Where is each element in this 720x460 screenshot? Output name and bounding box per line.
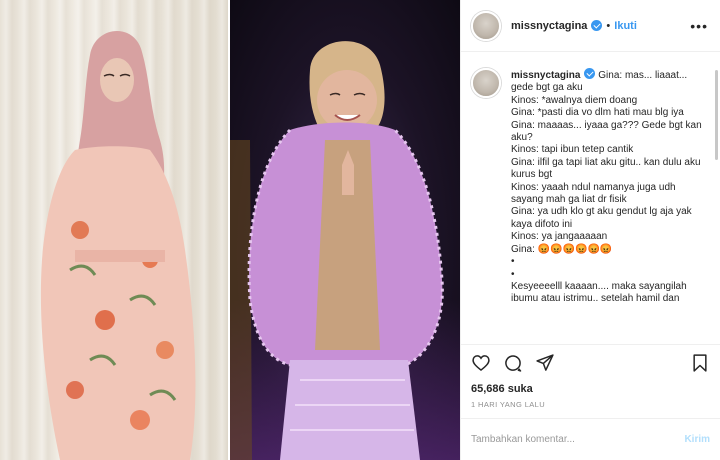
action-bar (461, 344, 720, 380)
verified-badge-icon (591, 20, 603, 31)
likes-count[interactable]: 65,686 suka (461, 380, 720, 398)
header-username[interactable]: missnyctagina (511, 20, 587, 32)
follow-button[interactable]: Ikuti (614, 20, 637, 32)
avatar[interactable] (471, 10, 501, 41)
post-media[interactable] (0, 0, 460, 460)
caption-username[interactable]: missnyctagina (511, 70, 580, 81)
caption-body: Gina: mas... liaaat... gede bgt ga aku K… (511, 70, 702, 305)
photo-right (230, 0, 460, 460)
more-options-icon[interactable]: ••• (690, 18, 708, 34)
caption-text: missnyctagina Gina: mas... liaaat... ged… (511, 68, 707, 306)
post-side-panel: missnyctagina • Ikuti missnyctagina Gina… (460, 0, 720, 460)
comments-area[interactable]: missnyctagina Gina: mas... liaaat... ged… (461, 52, 720, 344)
send-button[interactable]: Kirim (684, 434, 710, 445)
woman-figure-left (40, 30, 196, 460)
bookmark-icon[interactable] (690, 353, 710, 373)
header-separator: • (606, 19, 611, 32)
comment-input[interactable] (471, 434, 685, 445)
woman-figure-right (230, 41, 444, 460)
caption-row: missnyctagina Gina: mas... liaaat... ged… (471, 68, 710, 306)
share-icon[interactable] (535, 353, 555, 373)
caption-verified-badge-icon (584, 68, 596, 79)
caption-avatar[interactable] (471, 68, 501, 98)
comment-icon[interactable] (503, 353, 523, 373)
comment-box: Kirim (461, 418, 720, 460)
comments-scrollbar[interactable] (715, 70, 718, 160)
post-header: missnyctagina • Ikuti (461, 0, 720, 52)
post-timestamp[interactable]: 1 HARI YANG LALU (461, 398, 720, 418)
instagram-post: missnyctagina • Ikuti missnyctagina Gina… (0, 0, 720, 460)
heart-icon[interactable] (471, 353, 491, 373)
photo-left (0, 0, 229, 460)
